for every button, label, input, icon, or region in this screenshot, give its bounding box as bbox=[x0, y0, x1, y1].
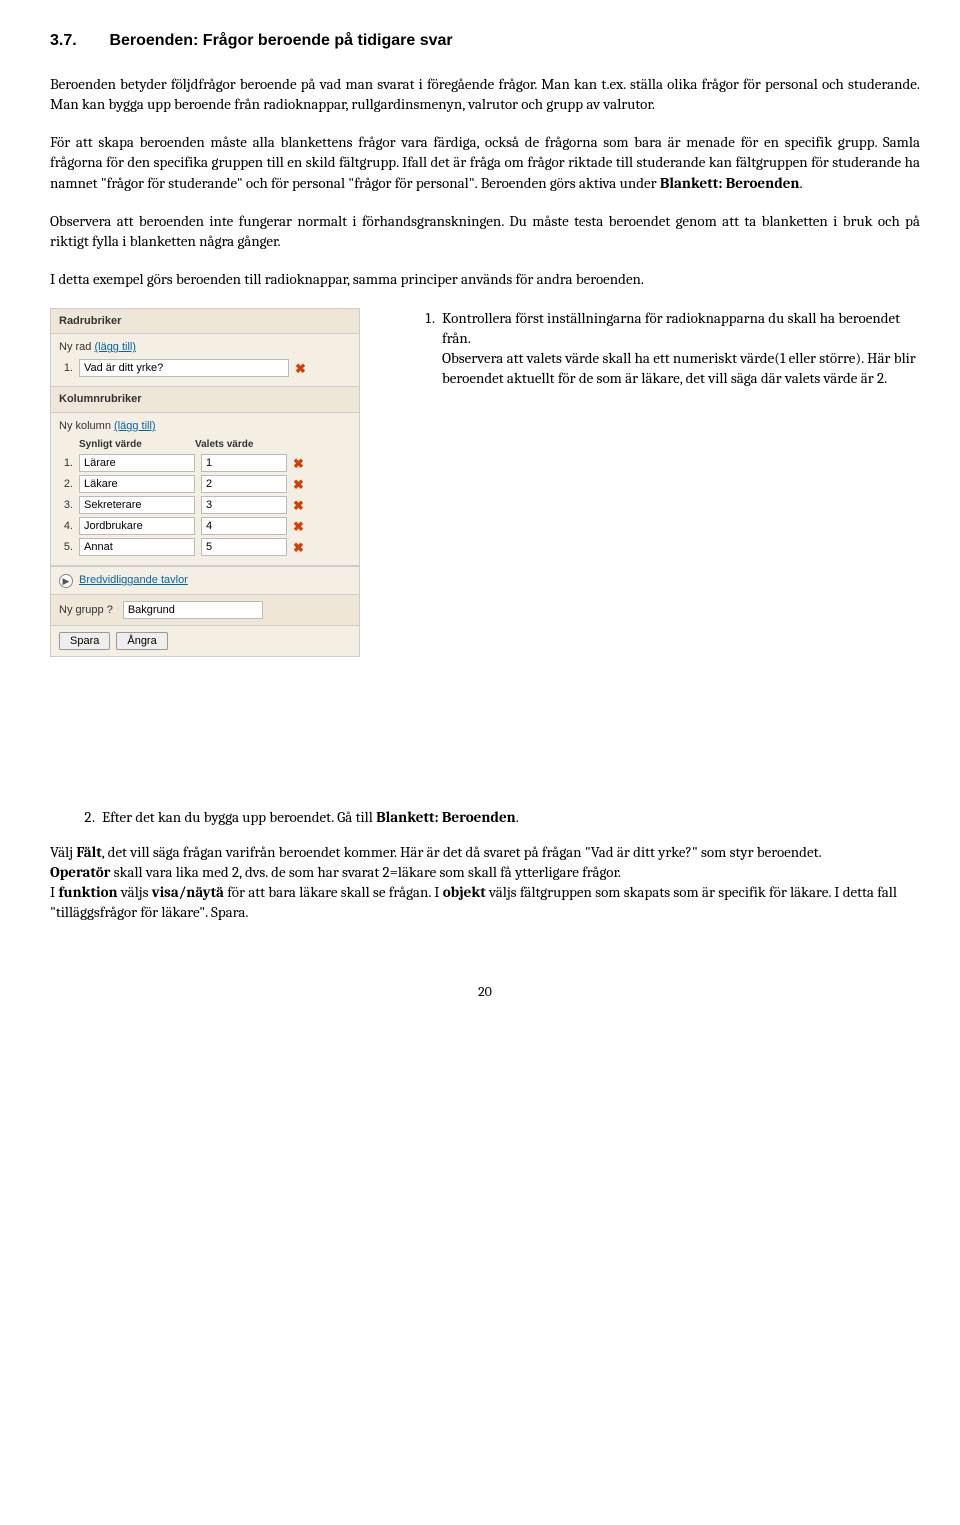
bredvid-link[interactable]: Bredvidliggande tavlor bbox=[79, 573, 188, 588]
paragraph-5: Välj Fält, det vill säga frågan varifrån… bbox=[50, 842, 920, 862]
option-row: 1. ✖ bbox=[59, 454, 351, 472]
option-row: 3. ✖ bbox=[59, 496, 351, 514]
settings-panel: Radrubriker Ny rad (lägg till) 1. ✖ Kolu… bbox=[50, 308, 360, 658]
paragraph-7: I funktion väljs visa/näytä för att bara… bbox=[50, 882, 920, 923]
kolumnrubriker-header: Kolumnrubriker bbox=[50, 387, 360, 413]
delete-icon[interactable]: ✖ bbox=[293, 518, 304, 536]
heading-number: 3.7. bbox=[50, 30, 105, 52]
add-column-link[interactable]: (lägg till) bbox=[114, 420, 156, 432]
paragraph-4: I detta exempel görs beroenden till radi… bbox=[50, 269, 920, 289]
radrubriker-header: Radrubriker bbox=[50, 309, 360, 335]
ny-rad-label: Ny rad bbox=[59, 341, 91, 353]
group-name-input[interactable] bbox=[123, 601, 263, 619]
save-button[interactable]: Spara bbox=[59, 632, 110, 650]
visible-value-input[interactable] bbox=[79, 475, 195, 493]
delete-icon[interactable]: ✖ bbox=[293, 455, 304, 473]
page-number: 20 bbox=[50, 983, 920, 1002]
option-row: 5. ✖ bbox=[59, 538, 351, 556]
row-title-input[interactable] bbox=[79, 359, 289, 377]
choice-value-input[interactable] bbox=[201, 538, 287, 556]
visible-value-input[interactable] bbox=[79, 496, 195, 514]
paragraph-6: Operatör skall vara lika med 2, dvs. de … bbox=[50, 862, 920, 882]
paragraph-2: För att skapa beroenden måste alla blank… bbox=[50, 132, 920, 193]
choice-value-input[interactable] bbox=[201, 454, 287, 472]
visible-value-input[interactable] bbox=[79, 538, 195, 556]
delete-icon[interactable]: ✖ bbox=[295, 360, 306, 378]
option-row: 4. ✖ bbox=[59, 517, 351, 535]
ny-kolumn-label: Ny kolumn bbox=[59, 420, 111, 432]
delete-icon[interactable]: ✖ bbox=[293, 539, 304, 557]
option-row: 2. ✖ bbox=[59, 475, 351, 493]
choice-value-input[interactable] bbox=[201, 496, 287, 514]
step-1: Kontrollera först inställningarna för ra… bbox=[438, 308, 920, 389]
col-head-valets: Valets värde bbox=[195, 438, 275, 452]
paragraph-1: Beroenden betyder följdfrågor beroende p… bbox=[50, 74, 920, 115]
ny-grupp-label: Ny grupp ? bbox=[59, 603, 113, 618]
choice-value-input[interactable] bbox=[201, 475, 287, 493]
delete-icon[interactable]: ✖ bbox=[293, 497, 304, 515]
add-row-link[interactable]: (lägg till) bbox=[94, 341, 136, 353]
delete-icon[interactable]: ✖ bbox=[293, 476, 304, 494]
expand-icon[interactable]: ▶ bbox=[59, 574, 73, 588]
step-2: Efter det kan du bygga upp beroendet. Gå… bbox=[98, 807, 920, 827]
row-header-row: 1. ✖ bbox=[59, 359, 351, 377]
visible-value-input[interactable] bbox=[79, 454, 195, 472]
heading-text: Beroenden: Frågor beroende på tidigare s… bbox=[109, 32, 452, 49]
visible-value-input[interactable] bbox=[79, 517, 195, 535]
col-head-synligt: Synligt värde bbox=[79, 438, 189, 452]
paragraph-3: Observera att beroenden inte fungerar no… bbox=[50, 211, 920, 252]
section-heading: 3.7. Beroenden: Frågor beroende på tidig… bbox=[50, 30, 920, 52]
undo-button[interactable]: Ångra bbox=[116, 632, 167, 650]
choice-value-input[interactable] bbox=[201, 517, 287, 535]
